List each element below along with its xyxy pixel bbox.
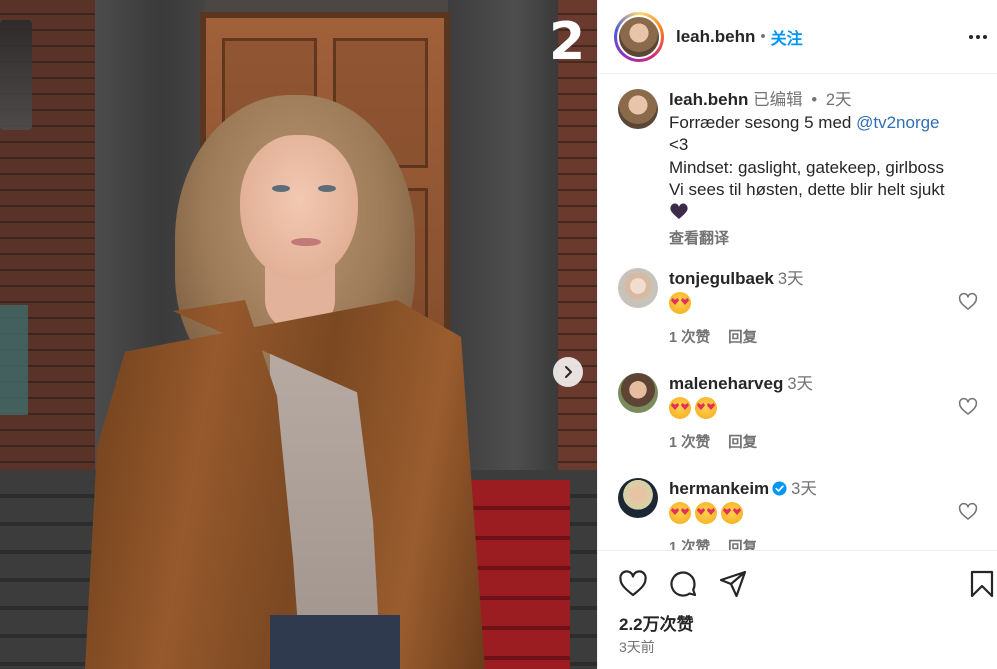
heart-eyes-emoji-icon [669, 397, 691, 419]
caption-avatar[interactable] [618, 89, 658, 129]
person-eye-right [318, 185, 336, 192]
follow-button[interactable]: 关注 [771, 25, 803, 49]
heart-eyes-emoji-icon [695, 397, 717, 419]
reply-button[interactable]: 回复 [728, 536, 757, 550]
person-eye-left [272, 185, 290, 192]
comment-username[interactable]: maleneharveg [669, 374, 783, 393]
more-horizontal-icon [969, 35, 973, 39]
heart-eyes-emoji-icon [669, 292, 691, 314]
railing [0, 305, 28, 415]
comment-item: maleneharveg 3天 1 次赞 回复 [618, 373, 988, 463]
person-lips [291, 238, 321, 246]
person-face [240, 135, 358, 280]
avatar-image [617, 14, 661, 59]
heart-outline-icon[interactable] [958, 292, 978, 312]
next-photo-button[interactable] [553, 357, 583, 387]
like-heart-icon[interactable] [618, 569, 648, 599]
black-heart-icon [670, 202, 688, 219]
heart-outline-icon[interactable] [958, 397, 978, 417]
caption-time[interactable]: 2天 [826, 91, 852, 109]
comment-item: hermankeim 3天 1 次赞 回复 [618, 478, 988, 550]
more-options-button[interactable] [964, 24, 992, 50]
heart-eyes-emoji-icon [721, 502, 743, 524]
post-header: leah.behn • 关注 [598, 0, 997, 74]
comment-emoji-row [669, 292, 939, 314]
person-jeans [270, 615, 400, 669]
comment-avatar[interactable] [618, 268, 658, 308]
caption-username[interactable]: leah.behn [669, 90, 748, 109]
verified-badge-icon [772, 481, 787, 496]
see-translation-link[interactable]: 查看翻译 [669, 228, 989, 251]
author-username[interactable]: leah.behn [676, 27, 755, 47]
comment-avatar[interactable] [618, 373, 658, 413]
comment-likes-count[interactable]: 1 次赞 [669, 326, 710, 347]
reply-button[interactable]: 回复 [728, 326, 757, 347]
bookmark-icon[interactable] [967, 569, 997, 599]
comment-username[interactable]: hermankeim [669, 479, 769, 498]
post-side-panel: leah.behn • 关注 leah.behn 已编辑 • 2天 Forræd… [597, 0, 997, 669]
comment-bubble-icon[interactable] [668, 569, 698, 599]
heart-eyes-emoji-icon [669, 502, 691, 524]
chevron-right-icon [565, 366, 572, 378]
comment-time[interactable]: 3天 [787, 375, 813, 393]
comment-time[interactable]: 3天 [778, 270, 804, 288]
comment-likes-count[interactable]: 1 次赞 [669, 431, 710, 452]
tv2-logo: 2 [549, 12, 585, 72]
comment-time[interactable]: 3天 [791, 480, 817, 498]
comment-username[interactable]: tonjegulbaek [669, 269, 774, 288]
comments-scroll-area[interactable]: leah.behn 已编辑 • 2天 Forræder sesong 5 med… [598, 75, 997, 550]
comment-emoji-row [669, 502, 939, 524]
comment-item: tonjegulbaek 3天 1 次赞 回复 [618, 268, 988, 358]
post-photo[interactable]: 2 [0, 0, 597, 669]
comment-emoji-row [669, 397, 939, 419]
comment-avatar[interactable] [618, 478, 658, 518]
share-send-icon[interactable] [718, 569, 748, 599]
post-timestamp[interactable]: 3天前 [619, 637, 655, 657]
comment-likes-count[interactable]: 1 次赞 [669, 536, 710, 550]
caption-line-3: Mindset: gaslight, gatekeep, girlboss [669, 157, 944, 177]
wall-lamp [0, 20, 32, 130]
separator-dot: • [760, 28, 766, 45]
edited-label: 已编辑 [753, 91, 803, 109]
caption-text: Forræder sesong 5 med [669, 112, 857, 132]
post-actions-bar: 2.2万次赞 3天前 [598, 550, 997, 669]
heart-outline-icon[interactable] [958, 502, 978, 522]
mention-link[interactable]: @tv2norge [856, 113, 939, 132]
caption-line-4: Vi sees til høsten, dette blir helt sjuk… [669, 180, 945, 199]
separator-dot: • [811, 91, 818, 109]
author-avatar[interactable] [614, 11, 664, 62]
likes-count[interactable]: 2.2万次赞 [619, 610, 694, 635]
caption-line-2: <3 [669, 135, 689, 154]
reply-button[interactable]: 回复 [728, 431, 757, 452]
person-jacket [85, 300, 485, 669]
heart-eyes-emoji-icon [695, 502, 717, 524]
